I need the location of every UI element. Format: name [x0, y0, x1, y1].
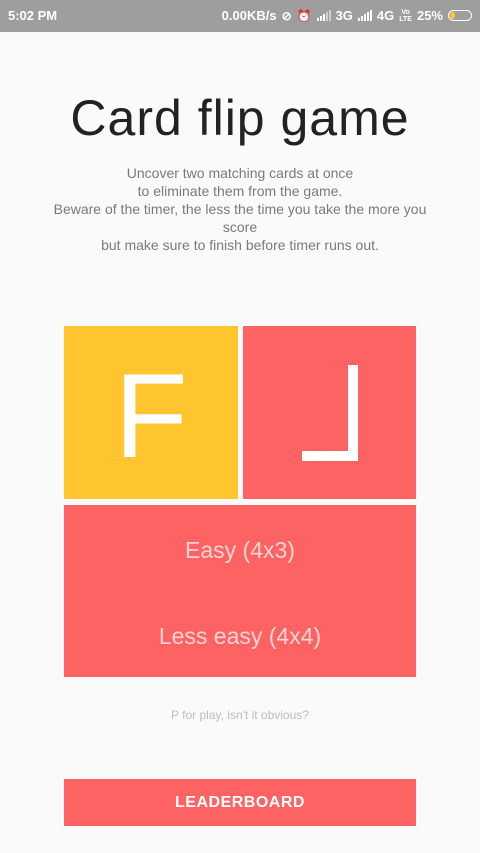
- network-speed: 0.00KB/s: [221, 8, 277, 23]
- leaderboard-button[interactable]: LEADERBOARD: [64, 779, 416, 826]
- mute-icon: ⊘: [281, 8, 292, 23]
- hint-text: P for play, isn't it obvious?: [171, 708, 309, 722]
- network-type-3g: 3G: [335, 8, 353, 23]
- description-line: but make sure to finish before timer run…: [101, 237, 379, 253]
- volte-bottom: LTE: [399, 15, 412, 23]
- battery-percent: 25%: [416, 8, 443, 23]
- difficulty-panel: Easy (4x3) Less easy (4x4): [64, 505, 416, 677]
- signal-icon: [316, 10, 331, 21]
- logo-tile-corner: [243, 326, 416, 499]
- description-line: Uncover two matching cards at once: [126, 165, 354, 181]
- status-indicators: 0.00KB/s ⊘ ⏰ 3G 4G Vo LTE 25%: [222, 8, 472, 23]
- network-type-4g: 4G: [376, 8, 395, 23]
- signal-icon: [357, 10, 372, 21]
- description-line: score: [222, 219, 258, 235]
- description-line: to eliminate them from the game.: [137, 183, 343, 199]
- logo-tile-f: F: [64, 326, 238, 499]
- status-bar: 5:02 PM 0.00KB/s ⊘ ⏰ 3G 4G Vo LTE 25%: [0, 0, 480, 32]
- easy-mode-button[interactable]: Easy (4x3): [64, 537, 416, 564]
- less-easy-mode-button[interactable]: Less easy (4x4): [64, 623, 416, 650]
- volte-indicator: Vo LTE: [399, 9, 412, 23]
- corner-glyph-icon: [301, 364, 358, 461]
- tile-letter: F: [114, 348, 188, 483]
- volte-top: Vo: [401, 8, 410, 16]
- page-title: Card flip game: [70, 90, 410, 146]
- description-line: Beware of the timer, the less the time y…: [53, 201, 427, 217]
- battery-fill: [450, 12, 455, 19]
- status-time: 5:02 PM: [8, 8, 58, 23]
- alarm-icon: ⏰: [296, 8, 312, 23]
- battery-icon: [448, 10, 472, 21]
- game-description: Uncover two matching cards at once to el…: [20, 164, 460, 254]
